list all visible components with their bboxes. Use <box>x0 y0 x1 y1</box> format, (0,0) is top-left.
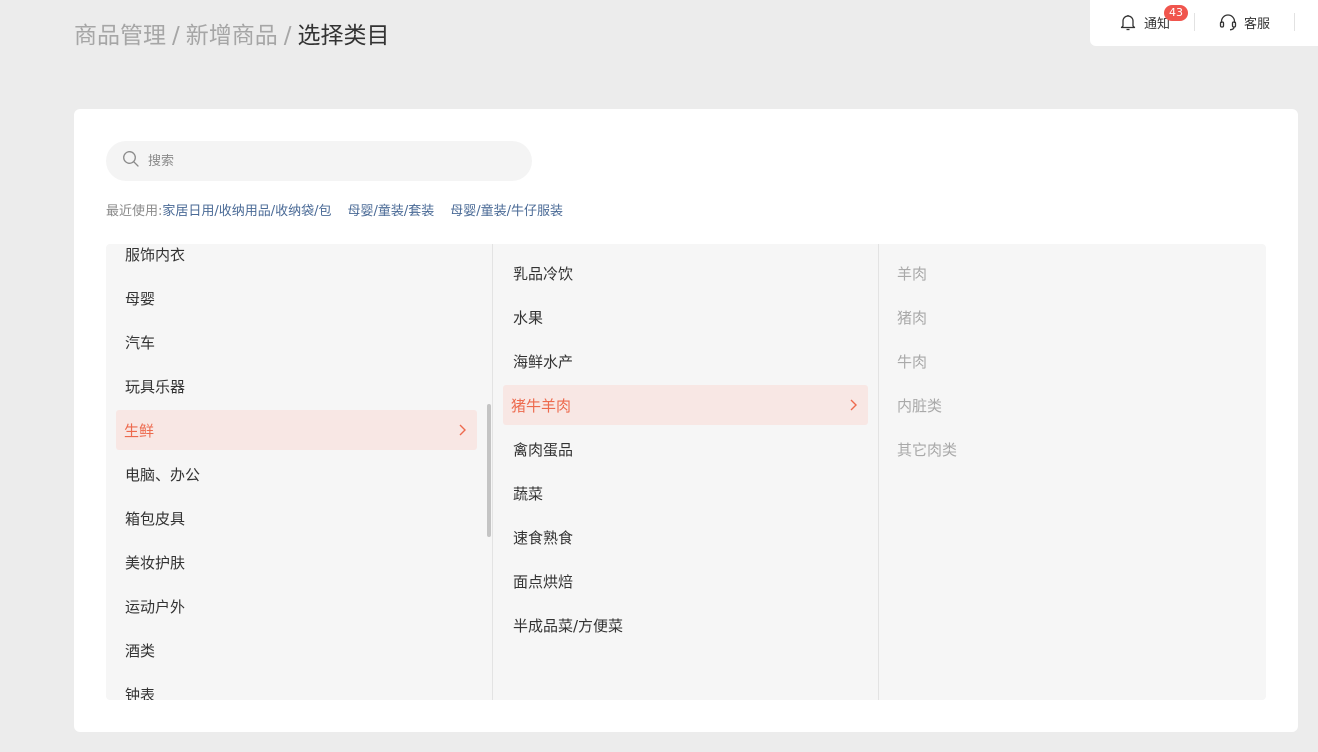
category-item-label: 蔬菜 <box>513 484 544 503</box>
category-list: 羊肉猪肉牛肉内脏类其它肉类 <box>879 253 1266 473</box>
breadcrumb-item-product-management[interactable]: 商品管理 <box>74 23 166 49</box>
category-column-level2: 乳品冷饮水果海鲜水产猪牛羊肉禽肉蛋品蔬菜速食熟食面点烘焙半成品菜/方便菜 <box>492 244 878 700</box>
category-item[interactable]: 禽肉蛋品 <box>503 429 868 469</box>
category-item-label: 速食熟食 <box>513 528 574 547</box>
search-box[interactable] <box>106 141 532 181</box>
category-item[interactable]: 羊肉 <box>879 253 1266 293</box>
divider <box>1294 13 1295 31</box>
category-item-label: 服饰内衣 <box>125 245 186 264</box>
category-item-label: 牛肉 <box>897 352 928 371</box>
category-item[interactable]: 电脑、办公 <box>116 454 477 494</box>
category-item-label: 电脑、办公 <box>125 465 201 484</box>
category-item[interactable]: 玩具乐器 <box>116 366 477 406</box>
category-item-label: 面点烘焙 <box>513 572 574 591</box>
column-scrollbar[interactable] <box>487 404 491 537</box>
category-list: 服饰内衣母婴汽车玩具乐器生鲜电脑、办公箱包皮具美妆护肤运动户外酒类钟表 <box>106 244 491 700</box>
category-item-label: 乳品冷饮 <box>513 264 574 283</box>
category-item[interactable]: 面点烘焙 <box>503 561 868 601</box>
chevron-right-icon <box>848 398 858 416</box>
category-item-label: 内脏类 <box>897 396 943 415</box>
category-item[interactable]: 钟表 <box>116 674 477 701</box>
breadcrumb: 商品管理 / 新增商品 / 选择类目 <box>74 20 390 52</box>
category-item[interactable]: 酒类 <box>116 630 477 670</box>
breadcrumb-separator: / <box>283 23 292 49</box>
category-item-label: 钟表 <box>125 685 156 701</box>
category-item[interactable]: 美妆护肤 <box>116 542 477 582</box>
category-item[interactable]: 运动户外 <box>116 586 477 626</box>
category-item-label: 水果 <box>513 308 544 327</box>
category-list: 乳品冷饮水果海鲜水产猪牛羊肉禽肉蛋品蔬菜速食熟食面点烘焙半成品菜/方便菜 <box>493 253 878 649</box>
category-item-label: 半成品菜/方便菜 <box>513 616 624 635</box>
category-item-label: 海鲜水产 <box>513 352 574 371</box>
category-item-label: 猪肉 <box>897 308 928 327</box>
recent-label: 最近使用: <box>106 204 163 219</box>
category-columns: 服饰内衣母婴汽车玩具乐器生鲜电脑、办公箱包皮具美妆护肤运动户外酒类钟表 乳品冷饮… <box>106 244 1266 700</box>
category-item-label: 箱包皮具 <box>125 509 186 528</box>
category-item[interactable]: 猪肉 <box>879 297 1266 337</box>
bell-icon <box>1118 12 1138 32</box>
category-item[interactable]: 内脏类 <box>879 385 1266 425</box>
category-item-label: 美妆护肤 <box>125 553 186 572</box>
category-column-level1: 服饰内衣母婴汽车玩具乐器生鲜电脑、办公箱包皮具美妆护肤运动户外酒类钟表 <box>106 244 491 700</box>
category-item-label: 母婴 <box>125 289 156 308</box>
service-label: 客服 <box>1244 16 1271 32</box>
search-input[interactable] <box>148 153 508 169</box>
category-item[interactable]: 服饰内衣 <box>116 244 477 274</box>
category-item[interactable]: 生鲜 <box>116 410 477 450</box>
category-item[interactable]: 海鲜水产 <box>503 341 868 381</box>
category-item-label: 生鲜 <box>124 421 155 440</box>
category-item[interactable]: 猪牛羊肉 <box>503 385 868 425</box>
category-item[interactable]: 母婴 <box>116 278 477 318</box>
category-item[interactable]: 牛肉 <box>879 341 1266 381</box>
divider <box>1194 13 1195 31</box>
category-item[interactable]: 速食熟食 <box>503 517 868 557</box>
category-item-label: 运动户外 <box>125 597 186 616</box>
recent-link[interactable]: 母婴/童装/套装 <box>348 204 435 219</box>
category-item[interactable]: 半成品菜/方便菜 <box>503 605 868 645</box>
recent-used: 最近使用:家居日用/收纳用品/收纳袋/包 母婴/童装/套装 母婴/童装/牛仔服装 <box>106 203 579 221</box>
category-card: 最近使用:家居日用/收纳用品/收纳袋/包 母婴/童装/套装母婴/童装/牛仔服装 服… <box>74 109 1298 732</box>
page: 商品管理 / 新增商品 / 选择类目 通知 43 客服 搜索 最近使用:家居日用… <box>0 0 1318 752</box>
recent-link[interactable]: 家居日用/收纳用品/收纳袋/包 <box>162 204 331 219</box>
category-item-label: 玩具乐器 <box>125 377 186 396</box>
category-item-label: 酒类 <box>125 641 156 660</box>
notify-button[interactable]: 通知 43 <box>1118 0 1188 44</box>
headset-icon <box>1218 12 1238 32</box>
category-item-label: 其它肉类 <box>897 440 958 459</box>
category-item[interactable]: 蔬菜 <box>503 473 868 513</box>
category-item[interactable]: 乳品冷饮 <box>503 253 868 293</box>
category-item-label: 羊肉 <box>897 264 928 283</box>
category-item[interactable]: 水果 <box>503 297 868 337</box>
breadcrumb-current: 选择类目 <box>297 23 390 49</box>
search-icon <box>122 150 140 172</box>
category-item[interactable]: 其它肉类 <box>879 429 1266 469</box>
breadcrumb-separator: / <box>172 23 180 49</box>
top-actions-bar: 通知 43 客服 <box>1090 0 1318 46</box>
notify-badge: 43 <box>1164 5 1188 21</box>
chevron-right-icon <box>457 423 467 441</box>
category-item[interactable]: 箱包皮具 <box>116 498 477 538</box>
recent-link[interactable]: 母婴/童装/牛仔服装 <box>450 204 563 219</box>
category-column-level3: 羊肉猪肉牛肉内脏类其它肉类 <box>878 244 1266 700</box>
category-item-label: 禽肉蛋品 <box>513 440 574 459</box>
category-item[interactable]: 汽车 <box>116 322 477 362</box>
category-item-label: 汽车 <box>125 333 156 352</box>
category-item-label: 猪牛羊肉 <box>511 396 572 415</box>
service-button[interactable]: 客服 <box>1218 0 1270 44</box>
breadcrumb-item-add-product[interactable]: 新增商品 <box>186 23 278 49</box>
